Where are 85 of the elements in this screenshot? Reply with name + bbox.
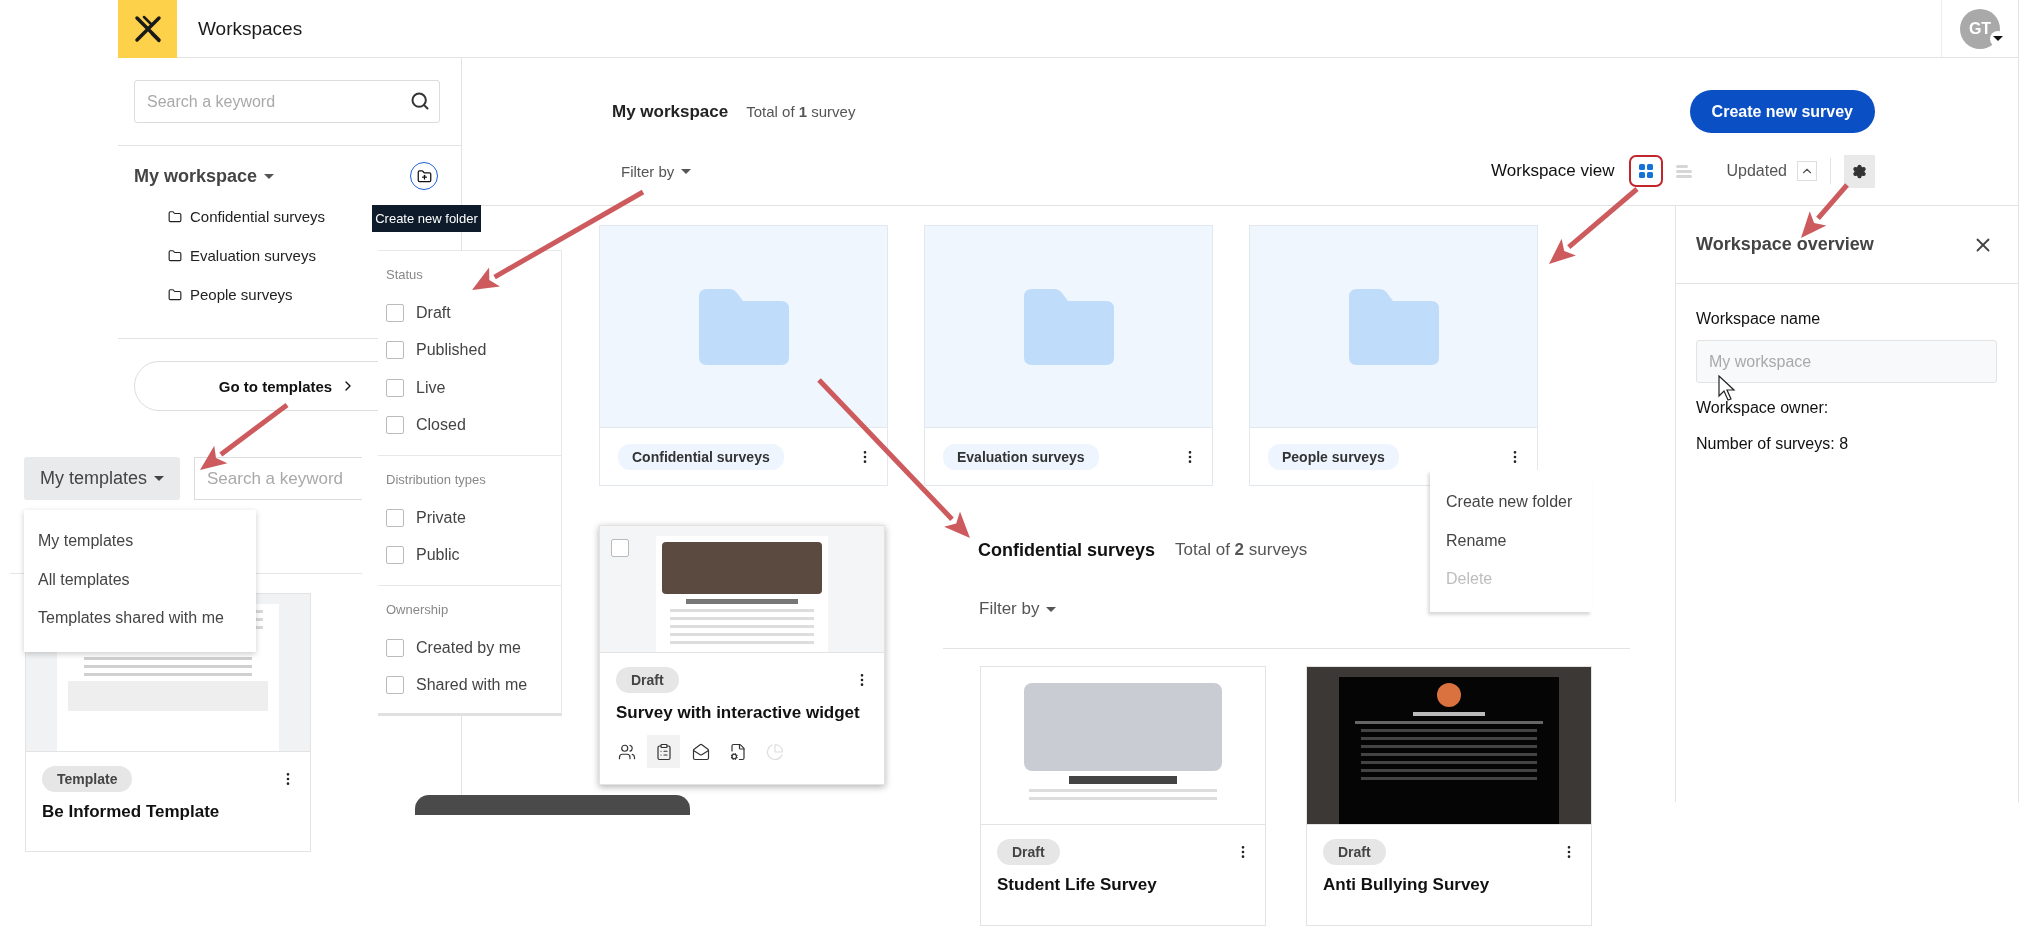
- folder-icon: [168, 287, 182, 302]
- clipboard-icon: [654, 742, 673, 761]
- survey-total: Total of 1 survey: [746, 103, 856, 120]
- checkbox[interactable]: [386, 341, 404, 360]
- folder-name: People surveys: [1268, 443, 1399, 470]
- checkbox[interactable]: [611, 539, 629, 557]
- survey-action-button[interactable]: [647, 735, 680, 768]
- menu-item[interactable]: Rename: [1430, 521, 1592, 560]
- folder-icon: [1348, 288, 1439, 365]
- status-badge: Draft: [616, 667, 679, 693]
- filter-group-title: Status: [386, 266, 424, 284]
- checkbox-label[interactable]: Closed: [416, 416, 466, 435]
- settings-icon: [1852, 163, 1867, 179]
- file-gear-icon: [728, 742, 747, 761]
- cursor-icon: [1718, 375, 1736, 402]
- create-survey-button[interactable]: Create new survey: [1689, 90, 1875, 133]
- folder-card[interactable]: Confidential surveys: [599, 225, 888, 486]
- templates-dropdown[interactable]: My templates: [24, 457, 180, 500]
- template-title: Be Informed Template: [42, 802, 221, 822]
- checkbox-label[interactable]: Public: [416, 546, 460, 565]
- status-badge: Draft: [1323, 839, 1386, 865]
- workspace-dropdown[interactable]: My workspace: [134, 165, 275, 187]
- checkbox[interactable]: [386, 676, 404, 695]
- type-badge: Template: [42, 766, 133, 792]
- new-folder-button[interactable]: [410, 162, 438, 190]
- view-label: Workspace view: [1491, 161, 1615, 181]
- folder-link[interactable]: Evaluation surveys: [190, 247, 316, 264]
- folder-link[interactable]: Confidential surveys: [190, 208, 326, 225]
- survey-title: Survey with interactive widget: [616, 703, 861, 723]
- checkbox[interactable]: [386, 378, 404, 397]
- menu-item[interactable]: Templates shared with me: [24, 599, 256, 638]
- filter-dropdown[interactable]: Filter by: [612, 162, 692, 180]
- filter-group-title: Ownership: [386, 601, 450, 619]
- checkbox-label[interactable]: Draft: [416, 303, 451, 322]
- folder-card[interactable]: People surveys: [1249, 225, 1538, 486]
- folder-name: Confidential surveys: [618, 443, 784, 470]
- view-toggle[interactable]: [1628, 155, 1663, 187]
- folder-card[interactable]: Evaluation surveys: [924, 225, 1213, 486]
- search-icon: [410, 91, 430, 111]
- search-field[interactable]: Search a keyword: [194, 457, 362, 500]
- tooltip: Create new folder: [372, 205, 481, 232]
- envelope-icon: [691, 742, 710, 761]
- menu-item[interactable]: All templates: [24, 560, 256, 599]
- search-field[interactable]: Search a keyword: [134, 80, 440, 123]
- checkbox[interactable]: [386, 508, 404, 527]
- settings-button[interactable]: [1844, 154, 1875, 188]
- filter-group-title: Distribution types: [386, 471, 487, 489]
- list-icon: [1674, 163, 1693, 179]
- app-title: Workspaces: [198, 17, 303, 40]
- workspace-title: My workspace: [612, 101, 729, 122]
- survey-title: Anti Bullying Survey: [1323, 875, 1491, 895]
- checkbox-label[interactable]: Private: [416, 508, 466, 527]
- folder-icon: [1023, 288, 1114, 365]
- annotation-arrow: [1801, 183, 1849, 238]
- folder-plus-icon: [416, 168, 432, 184]
- checkbox[interactable]: [386, 303, 404, 322]
- checkbox-label[interactable]: Published: [416, 341, 487, 360]
- menu-item[interactable]: Create new folder: [1430, 483, 1592, 522]
- field-label: Workspace name: [1696, 310, 1822, 328]
- panel-title: Workspace overview: [1696, 234, 1874, 255]
- grid-icon: [1637, 163, 1654, 179]
- people-icon: [617, 742, 636, 761]
- checkbox-label[interactable]: Shared with me: [416, 676, 528, 695]
- app-logo[interactable]: [118, 0, 177, 58]
- workspace-name-field[interactable]: My workspace: [1696, 340, 1997, 383]
- pie-chart-icon: [765, 742, 784, 761]
- menu-item[interactable]: My templates: [24, 522, 256, 561]
- checkbox-label[interactable]: Created by me: [416, 638, 521, 657]
- checkbox[interactable]: [386, 638, 404, 657]
- filter-dropdown[interactable]: Filter by: [979, 599, 1057, 619]
- checkbox[interactable]: [386, 546, 404, 565]
- sort-order-button[interactable]: [1797, 161, 1817, 181]
- folder-name: Evaluation surveys: [943, 443, 1099, 470]
- survey-count-text: Number of surveys: 8: [1696, 435, 1850, 453]
- checkbox[interactable]: [386, 416, 404, 435]
- folder-icon: [168, 209, 182, 224]
- owner-text: Workspace owner:: [1696, 399, 1830, 417]
- survey-total: Total of 2 surveys: [1175, 540, 1308, 560]
- folder-title: Confidential surveys: [978, 539, 1156, 561]
- survey-title: Student Life Survey: [997, 875, 1158, 895]
- folder-icon: [168, 248, 182, 263]
- status-badge: Draft: [997, 839, 1060, 865]
- sort-label: Updated: [1726, 162, 1787, 180]
- folder-icon: [698, 288, 789, 365]
- folder-link[interactable]: People surveys: [190, 286, 293, 303]
